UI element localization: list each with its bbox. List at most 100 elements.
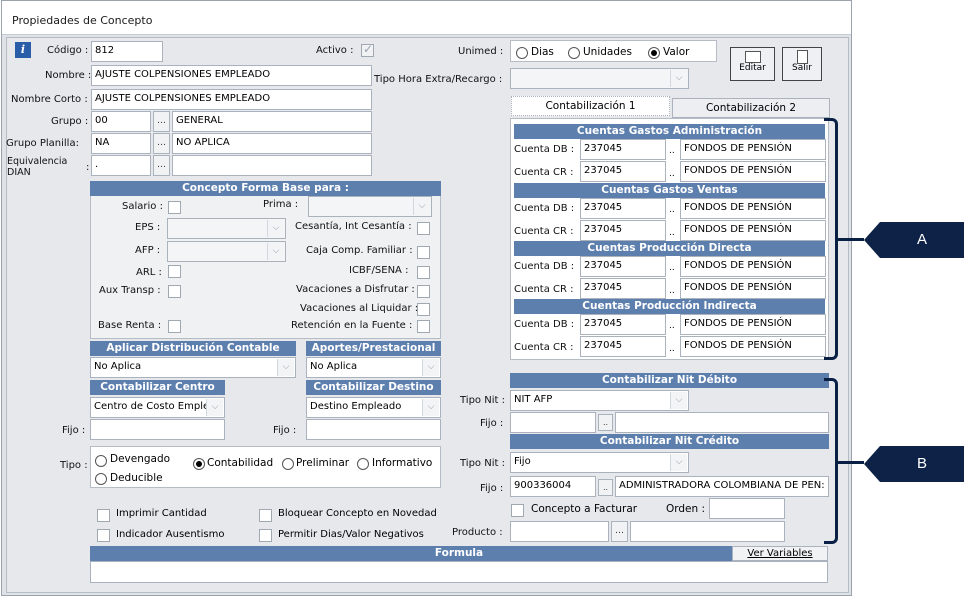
eps-label: EPS : xyxy=(135,222,161,233)
cuenta-db-lookup-button[interactable]: .. xyxy=(669,205,675,215)
tab-contabilizacion-1[interactable]: Contabilización 1 xyxy=(511,96,670,116)
nombre-field[interactable]: AJUSTE COLPENSIONES EMPLEADO xyxy=(91,65,372,86)
grupo-planilla-field[interactable]: NA xyxy=(91,133,151,154)
cuenta-cr-label: Cuenta CR : xyxy=(514,284,574,295)
cuenta-cr-lookup-button[interactable]: .. xyxy=(669,286,675,296)
permitir-checkbox[interactable] xyxy=(259,529,272,542)
base-renta-checkbox[interactable] xyxy=(168,320,181,333)
bloquear-checkbox[interactable] xyxy=(259,509,272,522)
aux-transp-label: Aux Transp : xyxy=(99,285,161,296)
nombre-label: Nombre : xyxy=(45,70,92,81)
radio-dias[interactable] xyxy=(516,47,528,59)
nit-debito-tipo-select[interactable]: NIT AFP ⌵ xyxy=(510,390,689,411)
afp-select[interactable]: ⌵ xyxy=(167,241,286,262)
cuenta-db-field[interactable]: 237045 xyxy=(580,139,666,160)
callout-b: B xyxy=(864,446,964,482)
salario-checkbox[interactable] xyxy=(168,201,181,214)
cesantia-checkbox[interactable] xyxy=(417,222,430,235)
ver-variables-button[interactable]: Ver Variables xyxy=(732,546,828,561)
retencion-checkbox[interactable] xyxy=(417,320,430,333)
destino-fijo-field[interactable] xyxy=(306,419,441,440)
nit-credito-tipo-value: Fijo xyxy=(514,456,531,467)
nit-debito-fijo-field[interactable] xyxy=(510,412,596,433)
cuenta-cr-field[interactable]: 237045 xyxy=(580,161,666,182)
bracket-b-tick xyxy=(838,461,864,464)
vac-disfrutar-checkbox[interactable] xyxy=(417,285,430,298)
imprimir-checkbox[interactable] xyxy=(97,509,110,522)
title-bar: Propiedades de Concepto xyxy=(2,1,851,35)
unimed-label: Unimed : xyxy=(458,46,504,57)
eps-select[interactable]: ⌵ xyxy=(167,218,286,239)
activo-checkbox[interactable] xyxy=(361,42,374,57)
equivalencia-field[interactable]: . xyxy=(91,155,151,176)
nit-credito-tipo-select[interactable]: Fijo ⌵ xyxy=(510,452,689,473)
salario-label: Salario : xyxy=(122,201,163,212)
info-icon[interactable]: i xyxy=(15,42,31,58)
arl-checkbox[interactable] xyxy=(168,265,181,278)
cuenta-db-lookup-button[interactable]: .. xyxy=(669,321,675,331)
nit-credito-fijo-field[interactable]: 900336004 xyxy=(510,476,596,497)
nit-debito-desc-field xyxy=(615,412,829,433)
nit-debito-lookup-button[interactable]: .. xyxy=(598,414,613,431)
cuentas-header: Cuentas Gastos Administración xyxy=(514,124,825,139)
prima-select[interactable]: ⌵ xyxy=(308,196,432,217)
grupo-desc-field: GENERAL xyxy=(172,111,372,132)
cuenta-cr-field[interactable]: 237045 xyxy=(580,220,666,241)
grupo-label: Grupo : xyxy=(51,116,89,127)
cuenta-db-field[interactable]: 237045 xyxy=(580,198,666,219)
cuenta-db-lookup-button[interactable]: .. xyxy=(669,146,675,156)
cuentas-header: Cuentas Producción Directa xyxy=(514,241,825,256)
cuenta-cr-label: Cuenta CR : xyxy=(514,226,574,237)
radio-deducible[interactable] xyxy=(95,473,107,485)
destino-select[interactable]: Destino Empleado ⌵ xyxy=(306,397,441,418)
grupo-field[interactable]: 00 xyxy=(91,111,151,132)
icbf-checkbox[interactable] xyxy=(417,266,430,279)
nit-credito-fijo-label: Fijo : xyxy=(480,483,504,494)
caja-checkbox[interactable] xyxy=(417,246,430,259)
radio-informativo[interactable] xyxy=(357,458,369,470)
chevron-down-icon: ⌵ xyxy=(422,359,439,376)
radio-devengado[interactable] xyxy=(95,455,107,467)
centro-fijo-field[interactable] xyxy=(90,419,225,440)
callout-b-label: B xyxy=(916,455,927,472)
nombre-corto-field[interactable]: AJUSTE COLPENSIONES EMPLEADO xyxy=(91,89,372,110)
vac-liquidar-checkbox[interactable] xyxy=(417,303,430,316)
aportes-select[interactable]: No Aplica ⌵ xyxy=(306,357,441,378)
producto-field[interactable] xyxy=(510,521,609,542)
tab-contabilizacion-2[interactable]: Contabilización 2 xyxy=(672,98,830,118)
cuenta-cr-desc: FONDOS DE PENSIÓN xyxy=(680,336,826,357)
cuenta-db-lookup-button[interactable]: .. xyxy=(669,263,675,273)
window-title: Propiedades de Concepto xyxy=(12,14,153,27)
cuenta-cr-lookup-button[interactable]: .. xyxy=(669,344,675,354)
vac-disfrutar-label: Vacaciones a Disfrutar : xyxy=(296,284,415,295)
nit-credito-lookup-button[interactable]: .. xyxy=(598,479,613,496)
cuenta-cr-lookup-button[interactable]: .. xyxy=(669,228,675,238)
cuenta-db-field[interactable]: 237045 xyxy=(580,256,666,277)
formula-field[interactable] xyxy=(90,561,828,583)
distribucion-select[interactable]: No Aplica ⌵ xyxy=(90,357,296,378)
editar-button[interactable]: Editar xyxy=(730,47,775,81)
ausentismo-checkbox[interactable] xyxy=(97,529,110,542)
tipo-hora-select[interactable]: ⌵ xyxy=(510,68,689,89)
salir-button[interactable]: Salir xyxy=(782,47,822,81)
orden-field[interactable] xyxy=(709,498,785,519)
codigo-field[interactable]: 812 xyxy=(91,41,163,62)
cuenta-cr-field[interactable]: 237045 xyxy=(580,278,666,299)
centro-select[interactable]: Centro de Costo Emple ⌵ xyxy=(90,397,225,418)
cuenta-cr-field[interactable]: 237045 xyxy=(580,336,666,357)
equivalencia-lookup-button[interactable]: … xyxy=(153,155,170,176)
caja-label: Caja Comp. Familiar : xyxy=(306,245,413,256)
radio-unidades[interactable] xyxy=(568,47,580,59)
grupo-lookup-button[interactable]: … xyxy=(153,111,170,132)
tipo-label: Tipo : xyxy=(60,460,88,471)
radio-preliminar[interactable] xyxy=(282,458,294,470)
grupo-planilla-lookup-button[interactable]: … xyxy=(153,133,170,154)
radio-contabilidad[interactable] xyxy=(193,458,205,470)
radio-valor[interactable] xyxy=(648,47,660,59)
cuenta-db-label: Cuenta DB : xyxy=(514,203,575,214)
aux-transp-checkbox[interactable] xyxy=(168,285,181,298)
concepto-facturar-checkbox[interactable] xyxy=(511,504,524,517)
cuenta-cr-lookup-button[interactable]: .. xyxy=(669,169,675,179)
producto-lookup-button[interactable]: … xyxy=(611,521,628,542)
cuenta-db-field[interactable]: 237045 xyxy=(580,314,666,335)
